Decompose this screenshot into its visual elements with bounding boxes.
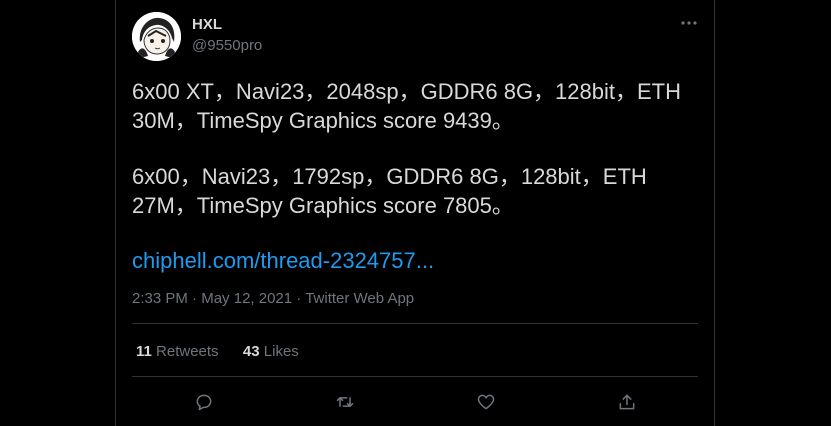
heart-icon[interactable] (472, 388, 500, 416)
meta-separator: · (296, 290, 302, 307)
tweet-meta: 2:33 PM · May 12, 2021 · Twitter Web App (132, 290, 414, 307)
tweet-text: 6x00 XT，Navi23，2048sp，GDDR6 8G，128bit，ET… (132, 78, 702, 220)
retweets-count: 11 (136, 343, 152, 360)
retweets-stat[interactable]: 11 Retweets (136, 343, 219, 360)
more-options-icon[interactable] (675, 12, 703, 34)
tweet-time[interactable]: 2:33 PM (132, 290, 188, 307)
avatar[interactable] (132, 12, 181, 61)
share-icon[interactable] (613, 388, 641, 416)
reply-icon[interactable] (190, 388, 218, 416)
divider (132, 323, 698, 324)
display-name[interactable]: HXL (192, 16, 222, 33)
retweet-icon[interactable] (331, 388, 359, 416)
meta-separator: · (192, 290, 198, 307)
tweet-card: HXL @9550pro 6x00 XT，Navi23，2048sp，GDDR6… (115, 0, 715, 426)
divider (132, 376, 698, 377)
user-handle[interactable]: @9550pro (192, 37, 262, 54)
likes-label: Likes (263, 343, 299, 360)
likes-count: 43 (242, 343, 260, 360)
tweet-link[interactable]: chiphell.com/thread-2324757... (132, 247, 434, 275)
retweets-label: Retweets (156, 343, 219, 360)
tweet-source[interactable]: Twitter Web App (305, 290, 414, 307)
tweet-line: 6x00 XT，Navi23，2048sp，GDDR6 8G，128bit，ET… (132, 79, 682, 104)
tweet-line: 30M，TimeSpy Graphics score 9439。 (132, 107, 514, 133)
anime-avatar-icon (132, 12, 181, 61)
tweet-line: 6x00，Navi23，1792sp，GDDR6 8G，128bit，ETH (132, 164, 647, 189)
tweet-stats: 11 Retweets 43 Likes (136, 343, 299, 360)
tweet-line: 27M，TimeSpy Graphics score 7805。 (132, 192, 514, 218)
likes-stat[interactable]: 43 Likes (243, 343, 299, 360)
tweet-date[interactable]: May 12, 2021 (201, 290, 292, 307)
